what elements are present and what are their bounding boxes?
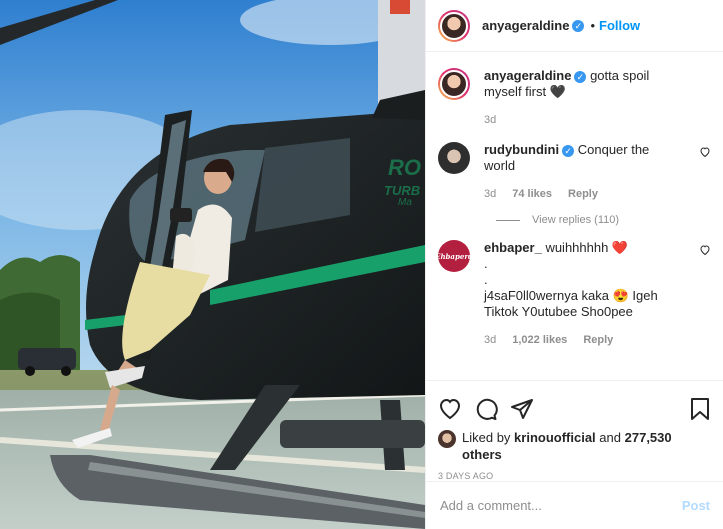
comment-likes[interactable]: 1,022 likes bbox=[512, 332, 567, 348]
liker-avatar[interactable] bbox=[438, 430, 456, 448]
heart-icon[interactable] bbox=[438, 397, 462, 421]
caption-username[interactable]: anyageraldine bbox=[484, 68, 571, 83]
commenter-username[interactable]: rudybundini bbox=[484, 142, 559, 157]
verified-badge-icon: ✓ bbox=[572, 19, 585, 32]
author-username[interactable]: anyageraldine bbox=[482, 18, 569, 33]
comment-item: rudybundini ✓ Conquer the world 3d 74 lik… bbox=[438, 142, 711, 202]
instagram-post-view: RO TURB Ma anyageraldine ✓ • Follow anya… bbox=[0, 0, 723, 529]
view-replies-label: View replies (110) bbox=[532, 214, 620, 226]
author-info: anyageraldine ✓ • Follow bbox=[482, 18, 640, 33]
comment-age[interactable]: 3d bbox=[484, 332, 496, 348]
liked-and: and bbox=[599, 430, 621, 445]
separator-dot: • bbox=[590, 18, 595, 33]
svg-text:TURB: TURB bbox=[384, 183, 420, 198]
post-actions: Liked by krinouofficial and 277,530 othe… bbox=[426, 380, 723, 481]
verified-badge-icon: ✓ bbox=[562, 144, 575, 157]
bookmark-icon[interactable] bbox=[688, 397, 712, 421]
helicopter-photo: RO TURB Ma bbox=[0, 0, 425, 529]
comment-input[interactable] bbox=[440, 498, 682, 513]
add-comment-bar: Post bbox=[426, 481, 723, 529]
comment-likes[interactable]: 74 likes bbox=[512, 186, 552, 202]
commenter-username[interactable]: ehbaper_ bbox=[484, 240, 542, 255]
liked-prefix: Liked by bbox=[462, 430, 511, 445]
replies-line bbox=[496, 219, 520, 221]
heart-icon[interactable] bbox=[699, 146, 711, 158]
reply-button[interactable]: Reply bbox=[583, 332, 613, 348]
svg-text:RO: RO bbox=[388, 155, 421, 180]
caption: anyageraldine ✓ gotta spoil myself first … bbox=[438, 68, 711, 128]
comment-icon[interactable] bbox=[474, 397, 498, 421]
heart-icon[interactable] bbox=[699, 244, 711, 256]
caption-author-avatar[interactable] bbox=[438, 68, 470, 100]
comment-item: Ehbaperd ehbaper_ wuihhhhhh ❤️ . . j4saF… bbox=[435, 240, 711, 348]
post-date[interactable]: 3 DAYS AGO bbox=[438, 471, 712, 481]
svg-text:Ma: Ma bbox=[398, 197, 412, 208]
post-header: anyageraldine ✓ • Follow bbox=[426, 0, 723, 52]
view-replies-button[interactable]: View replies (110) bbox=[496, 214, 711, 226]
commenter-avatar[interactable]: Ehbaperd bbox=[435, 240, 473, 272]
caption-age[interactable]: 3d bbox=[484, 112, 496, 128]
liked-user[interactable]: krinouofficial bbox=[514, 430, 596, 445]
follow-button[interactable]: Follow bbox=[599, 18, 640, 33]
comments-list[interactable]: anyageraldine ✓ gotta spoil myself first … bbox=[426, 52, 723, 380]
author-avatar[interactable] bbox=[438, 9, 470, 42]
verified-badge-icon: ✓ bbox=[574, 70, 587, 83]
likes-summary: Liked by krinouofficial and 277,530 othe… bbox=[438, 429, 712, 463]
reply-button[interactable]: Reply bbox=[568, 186, 598, 202]
post-comment-button[interactable]: Post bbox=[682, 498, 710, 513]
commenter-avatar[interactable] bbox=[438, 142, 470, 174]
post-photo[interactable]: RO TURB Ma bbox=[0, 0, 425, 529]
post-side-panel: anyageraldine ✓ • Follow anyageraldine ✓ … bbox=[425, 0, 723, 529]
action-bar bbox=[438, 389, 712, 429]
share-icon[interactable] bbox=[510, 397, 534, 421]
comment-age[interactable]: 3d bbox=[484, 186, 496, 202]
